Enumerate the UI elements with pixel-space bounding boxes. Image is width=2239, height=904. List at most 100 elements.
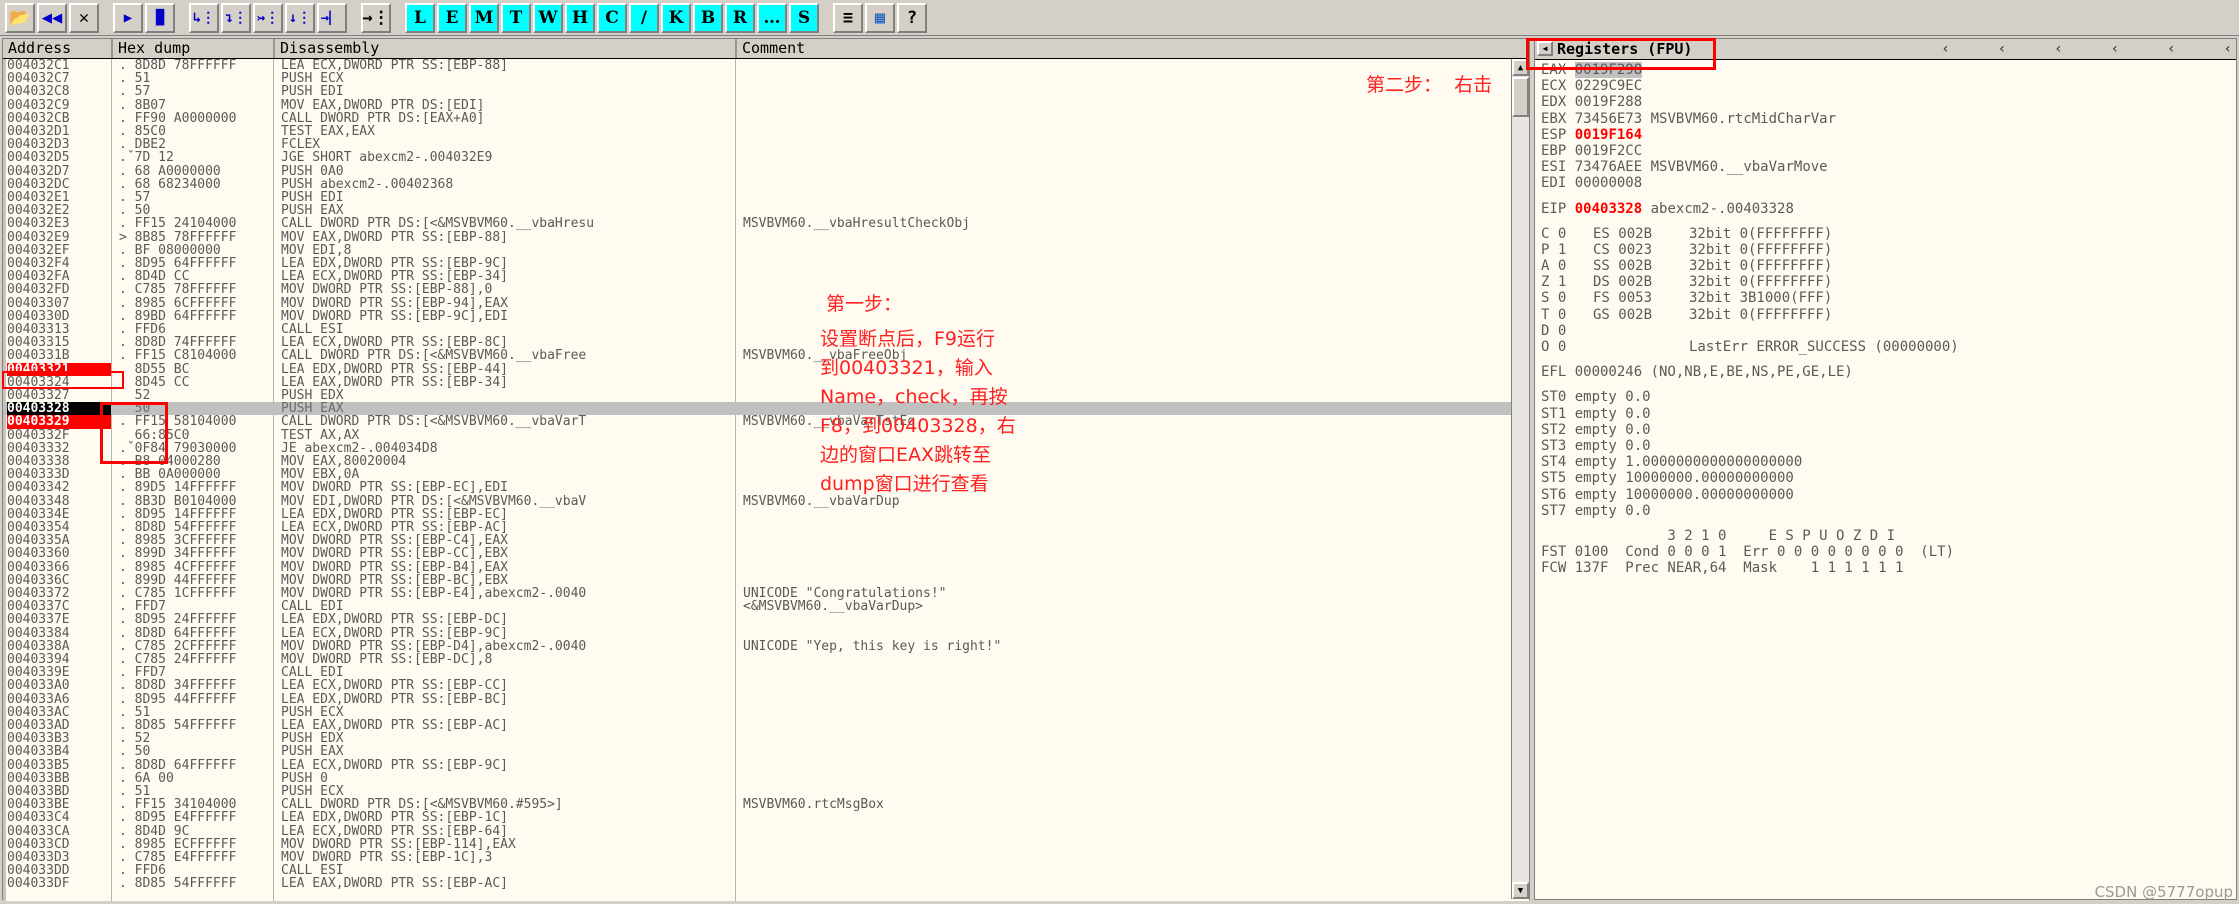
row-address[interactable]: 004032E3 bbox=[7, 217, 111, 230]
row-disassembly[interactable]: PUSH EDI bbox=[281, 191, 733, 204]
column-header-address[interactable]: Address bbox=[3, 39, 113, 58]
row-comment[interactable]: <&MSVBVM60.__vbaVarDup> bbox=[743, 600, 1203, 613]
fpu-register-line[interactable]: ST1 empty 0.0 bbox=[1541, 406, 2236, 422]
fpu-register-line[interactable]: ST5 empty 10000000.00000000000 bbox=[1541, 470, 2236, 486]
row-disassembly[interactable]: MOV DWORD PTR SS:[EBP-C4],EAX bbox=[281, 534, 733, 547]
row-disassembly[interactable]: CALL EDI bbox=[281, 600, 733, 613]
memory-map-button[interactable]: M bbox=[469, 2, 499, 33]
disassembly-row[interactable]: 00403342 . 89D5 14FFFFFF MOV DWORD PTR SS:… bbox=[3, 481, 1529, 494]
row-address[interactable]: 004033A0 bbox=[7, 679, 111, 692]
register-line-ebx[interactable]: EBX 73456E73 MSVBVM60.rtcMidCharVar bbox=[1541, 111, 2236, 127]
row-disassembly[interactable]: CALL ESI bbox=[281, 323, 733, 336]
row-address[interactable]: 004032C8 bbox=[7, 85, 111, 98]
patches-button[interactable]: / bbox=[629, 2, 659, 33]
fpu-register-line[interactable]: ST4 empty 1.0000000000000000000 bbox=[1541, 454, 2236, 470]
registers-chevron-left-icon[interactable]: ‹ bbox=[2111, 41, 2119, 57]
row-address[interactable]: 004033CA bbox=[7, 824, 111, 837]
close-icon[interactable]: ✕ bbox=[69, 2, 99, 33]
disassembly-row[interactable]: 004032E2. 50 PUSH EAX bbox=[3, 204, 1529, 217]
row-disassembly[interactable]: LEA EDX,DWORD PTR SS:[EBP-1C] bbox=[281, 811, 733, 824]
row-comment[interactable]: UNICODE "Congratulations!" bbox=[743, 587, 1203, 600]
row-disassembly[interactable]: CALL DWORD PTR DS:[EAX+A0] bbox=[281, 112, 733, 125]
trace-over-icon[interactable]: ↓⋮ bbox=[285, 2, 315, 33]
windows-button[interactable]: W bbox=[533, 2, 563, 33]
row-address[interactable]: 0040331B bbox=[7, 349, 111, 362]
row-disassembly[interactable]: PUSH EAX bbox=[281, 745, 733, 758]
fpu-fcw-line[interactable]: FCW 137F Prec NEAR,64 Mask 1 1 1 1 1 1 bbox=[1541, 560, 2236, 576]
row-hex-dump[interactable]: . 8D95 24FFFFFF bbox=[119, 613, 269, 626]
disassembly-row[interactable]: 004033CA . 8D4D 9C LEA ECX,DWORD PTR SS:[E… bbox=[3, 824, 1529, 837]
help-button[interactable]: ? bbox=[897, 2, 927, 33]
row-hex-dump[interactable]: . 8D95 E4FFFFFF bbox=[119, 811, 269, 824]
scroll-down-arrow-icon[interactable]: ▼ bbox=[1512, 882, 1529, 899]
row-hex-dump[interactable]: . 8D8D 64FFFFFF bbox=[119, 626, 269, 639]
row-disassembly[interactable]: LEA EDX,DWORD PTR SS:[EBP-DC] bbox=[281, 613, 733, 626]
disassembly-row[interactable]: 0040331B . FF15 C8104000 CALL DWORD PTR DS… bbox=[3, 349, 1529, 362]
row-hex-dump[interactable]: . 8D85 54FFFFFF bbox=[119, 877, 269, 890]
row-address[interactable]: 0040337E bbox=[7, 613, 111, 626]
row-hex-dump[interactable]: . 50 bbox=[119, 745, 269, 758]
row-disassembly[interactable]: MOV DWORD PTR SS:[EBP-94],EAX bbox=[281, 297, 733, 310]
register-value[interactable]: 0229C9EC bbox=[1575, 78, 1642, 94]
row-disassembly[interactable]: MOV DWORD PTR SS:[EBP-B4],EAX bbox=[281, 561, 733, 574]
row-comment[interactable]: MSVBVM60.rtcMsgBox bbox=[743, 798, 1203, 811]
row-disassembly[interactable]: FCLEX bbox=[281, 138, 733, 151]
row-disassembly[interactable]: TEST EAX,EAX bbox=[281, 125, 733, 138]
disassembly-row[interactable]: 004032FA. 8D4D CC LEA ECX,DWORD PTR SS:[E… bbox=[3, 270, 1529, 283]
animate-icon[interactable]: →⋮ bbox=[361, 2, 391, 33]
flag-bit[interactable]: Z 1 bbox=[1541, 274, 1593, 290]
disassembly-row[interactable]: 0040334E. 8D95 14FFFFFF LEA EDX,DWORD PTR… bbox=[3, 508, 1529, 521]
row-disassembly[interactable]: PUSH ECX bbox=[281, 785, 733, 798]
row-disassembly[interactable]: PUSH abexcm2-.00402368 bbox=[281, 178, 733, 191]
disassembly-row[interactable]: 004032D5 .ˇ7D 12 JGE SHORT abexcm2-.004032… bbox=[3, 151, 1529, 164]
flag-bit[interactable]: P 1 bbox=[1541, 242, 1593, 258]
disassembly-row[interactable]: 0040337C. FFD7 CALL EDI <&MSVBVM60.__vbaVa… bbox=[3, 600, 1529, 613]
segment-register[interactable]: ES 002B bbox=[1593, 226, 1689, 242]
disassembly-row[interactable]: 0040339E. FFD7 CALL EDI bbox=[3, 666, 1529, 679]
disassembly-row[interactable]: 004033A6 . 8D95 44FFFFFF LEA EDX,DWORD PTR… bbox=[3, 692, 1529, 706]
register-value[interactable]: 0019F164 bbox=[1575, 127, 1642, 143]
step-over-icon[interactable]: ↴⋮ bbox=[221, 2, 251, 33]
row-hex-dump[interactable]: . 8D95 44FFFFFF bbox=[119, 692, 269, 705]
row-disassembly[interactable]: LEA EDX,DWORD PTR SS:[EBP-9C] bbox=[281, 257, 733, 270]
disassembly-row[interactable]: 004033C4 . 8D95 E4FFFFFF LEA EDX,DWORD PTR… bbox=[3, 811, 1529, 824]
row-address[interactable]: 004032D7 bbox=[7, 164, 111, 177]
row-disassembly[interactable]: PUSH EAX bbox=[281, 204, 733, 217]
disassembly-row[interactable]: 00403366 . 8985 4CFFFFFF MOV DWORD PTR SS:… bbox=[3, 560, 1529, 574]
fpu-register-line[interactable]: ST6 empty 10000000.00000000000 bbox=[1541, 487, 2236, 503]
source-button[interactable]: S bbox=[789, 2, 819, 33]
disassembly-row[interactable]: 004032E3 . FF15 24104000 CALL DWORD PTR DS… bbox=[3, 217, 1529, 230]
disassembly-row[interactable]: 0040337E . 8D95 24FFFFFF LEA EDX,DWORD PTR… bbox=[3, 613, 1529, 626]
row-disassembly[interactable]: MOV DWORD PTR SS:[EBP-114],EAX bbox=[281, 838, 733, 851]
disassembly-row[interactable]: 00403329. FF15 58104000 CALL DWORD PTR DS… bbox=[3, 415, 1529, 429]
registers-chevron-left-icon[interactable]: ‹ bbox=[1998, 41, 2006, 57]
register-line-ebp[interactable]: EBP 0019F2CC bbox=[1541, 143, 2236, 159]
breakpoints-button[interactable]: B bbox=[693, 2, 723, 33]
register-line-esp[interactable]: ESP 0019F164 bbox=[1541, 127, 2236, 143]
disassembly-row[interactable]: 00403348 . 8B3D B0104000 MOV EDI,DWORD PTR… bbox=[3, 494, 1529, 507]
row-disassembly[interactable]: LEA ECX,DWORD PTR SS:[EBP-AC] bbox=[281, 521, 733, 534]
row-disassembly[interactable]: MOV EBX,0A bbox=[281, 468, 733, 481]
row-disassembly[interactable]: MOV DWORD PTR SS:[EBP-BC],EBX bbox=[281, 574, 733, 587]
row-disassembly[interactable]: LEA EDX,DWORD PTR SS:[EBP-BC] bbox=[281, 693, 733, 706]
flag-bit[interactable]: A 0 bbox=[1541, 258, 1593, 274]
row-address[interactable]: 00403366 bbox=[7, 560, 111, 573]
row-disassembly[interactable]: JGE SHORT abexcm2-.004032E9 bbox=[281, 151, 733, 164]
disassembly-row[interactable]: 004032C8 . 57 PUSH EDI bbox=[3, 85, 1529, 98]
segment-register[interactable]: CS 0023 bbox=[1593, 242, 1689, 258]
row-hex-dump[interactable]: . 8985 6CFFFFFF bbox=[119, 296, 269, 309]
disassembly-listing[interactable]: 004032C1. 8D8D 78FFFFFF LEA ECX,DWORD PTR… bbox=[3, 59, 1529, 901]
disassembly-row[interactable]: 00403394. C785 24FFFFFF MOV DWORD PTR SS:… bbox=[3, 653, 1529, 666]
row-hex-dump[interactable]: . 68 A0000000 bbox=[119, 164, 269, 177]
row-hex-dump[interactable]: .ˇ7D 12 bbox=[119, 151, 269, 164]
row-disassembly[interactable]: MOV DWORD PTR SS:[EBP-E4],abexcm2-.0040 bbox=[281, 587, 733, 600]
row-disassembly[interactable]: LEA ECX,DWORD PTR SS:[EBP-9C] bbox=[281, 759, 733, 772]
disassembly-row[interactable]: 00403315. 8D8D 74FFFFFF LEA ECX,DWORD PTR… bbox=[3, 336, 1529, 349]
register-flag-line[interactable]: Z 1 DS 002B 32bit 0(FFFFFFFF) bbox=[1541, 274, 2236, 290]
disassembly-row[interactable]: 004033A0 . 8D8D 34FFFFFF LEA ECX,DWORD PTR… bbox=[3, 679, 1529, 692]
row-disassembly[interactable]: TEST AX,AX bbox=[281, 429, 733, 442]
disassembly-row[interactable]: 004033CD. 8985 ECFFFFFF MOV DWORD PTR SS:… bbox=[3, 838, 1529, 851]
disassembly-row[interactable]: 0040336C. 899D 44FFFFFF MOV DWORD PTR SS:… bbox=[3, 574, 1529, 587]
executable-modules-button[interactable]: E bbox=[437, 2, 467, 33]
row-disassembly[interactable]: CALL DWORD PTR DS:[<&MSVBVM60.__vbaHresu bbox=[281, 217, 733, 230]
